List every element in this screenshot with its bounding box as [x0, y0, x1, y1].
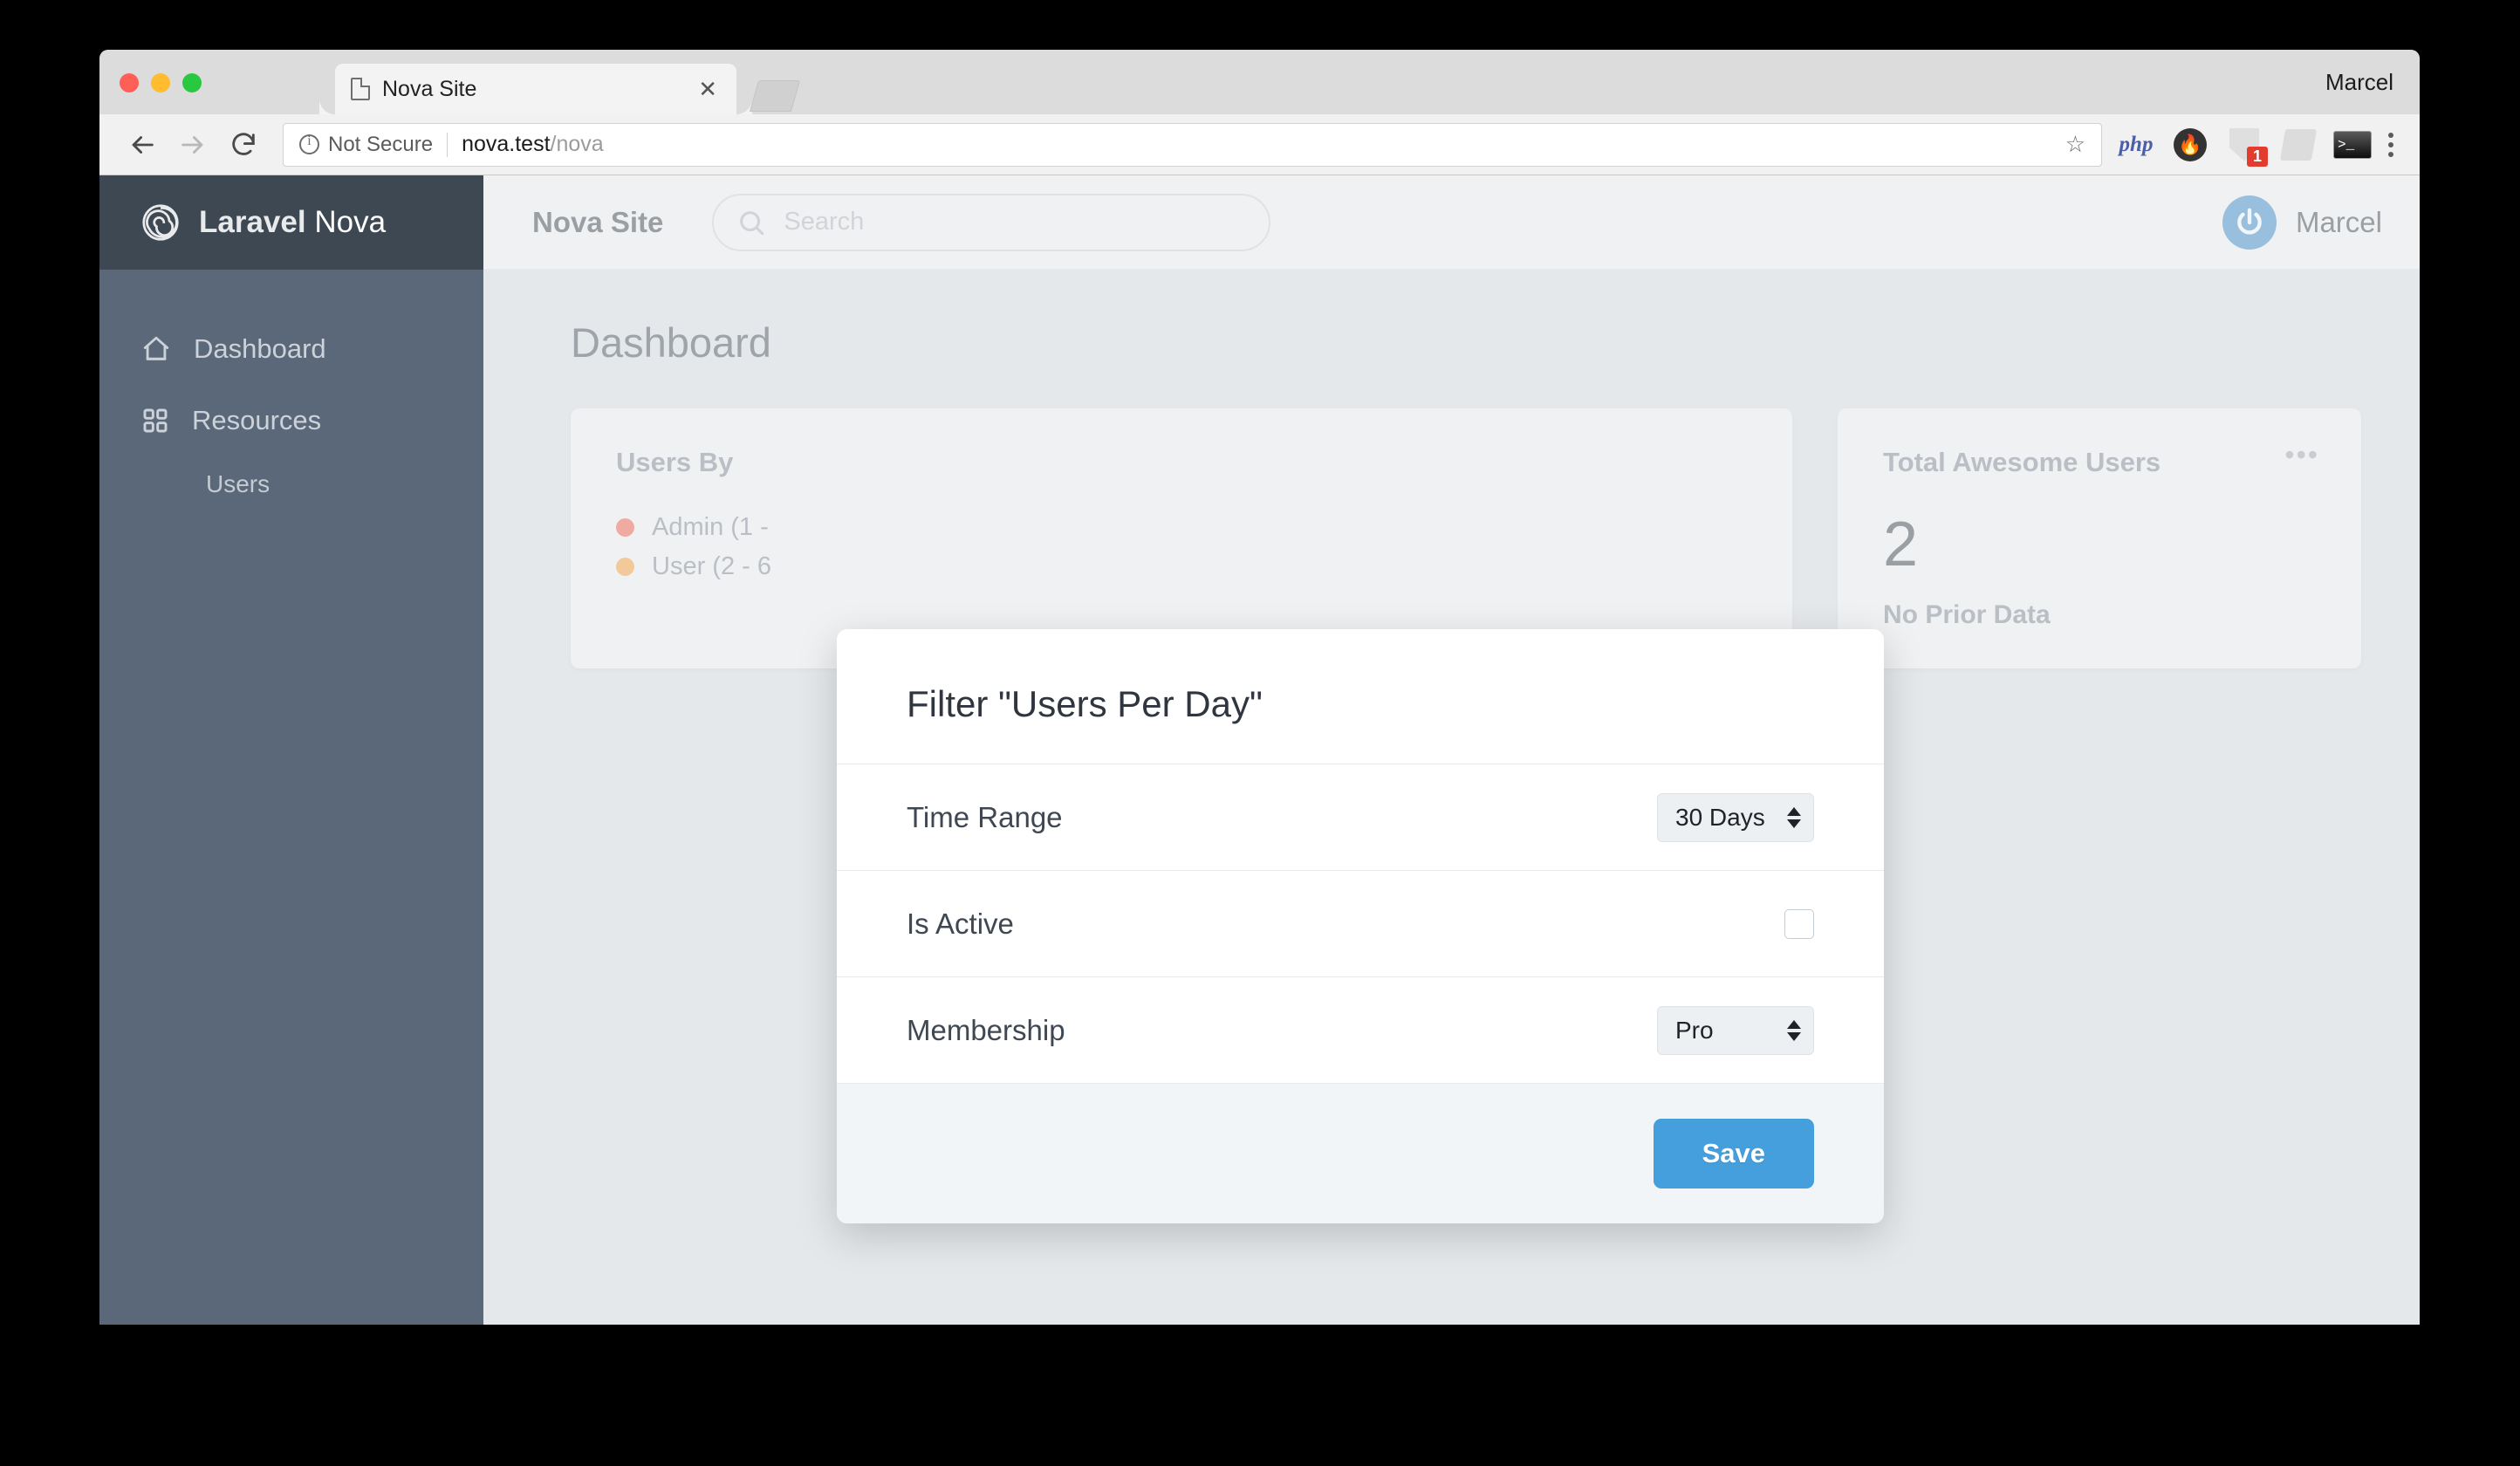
brand-light: Nova — [314, 205, 387, 239]
brand-logo[interactable]: Laravel Nova — [99, 175, 483, 270]
row-label: Time Range — [907, 800, 1063, 833]
browser-tab-title: Nova Site — [382, 76, 477, 101]
sidebar-item-label: Resources — [192, 405, 322, 435]
url-path: /nova — [550, 132, 604, 156]
browser-tab-strip: Nova Site ✕ Marcel — [99, 50, 2420, 114]
security-indicator[interactable]: Not Secure — [299, 132, 449, 157]
document-icon — [351, 78, 370, 100]
minimize-window-button[interactable] — [151, 73, 170, 92]
window-user-label: Marcel — [2325, 69, 2393, 95]
shield-extension-icon[interactable]: 1 — [2224, 125, 2268, 167]
info-icon — [299, 134, 319, 154]
chrome-menu-icon[interactable] — [2388, 132, 2393, 157]
terminal-extension-label: >_ — [2333, 130, 2372, 159]
grid-icon — [143, 408, 168, 433]
sidebar-item-dashboard[interactable]: Dashboard — [99, 313, 483, 385]
sidebar: Laravel Nova Dashboard Resources Users — [99, 175, 483, 1325]
time-range-select[interactable]: 30 Days — [1657, 792, 1814, 842]
stepper-arrows-icon — [1787, 1019, 1801, 1041]
window-traffic-lights — [120, 73, 202, 92]
filter-row-time-range: Time Range 30 Days — [837, 764, 1884, 870]
tile-extension-icon[interactable] — [2278, 125, 2318, 165]
stepper-arrows-icon — [1787, 806, 1801, 828]
sidebar-subitem-label: Users — [206, 470, 270, 497]
back-icon[interactable] — [122, 125, 162, 165]
php-extension-icon[interactable]: php — [2116, 125, 2156, 165]
url-text: nova.test/nova — [462, 132, 604, 157]
row-label: Membership — [907, 1013, 1065, 1046]
membership-select[interactable]: Pro — [1657, 1005, 1814, 1055]
is-active-checkbox[interactable] — [1784, 908, 1814, 939]
close-icon[interactable]: ✕ — [695, 78, 721, 100]
browser-window: Nova Site ✕ Marcel Not Secure nova.test/… — [99, 50, 2420, 1325]
extension-badge-count: 1 — [2246, 146, 2268, 167]
brand-text: Laravel Nova — [199, 205, 386, 240]
forward-icon[interactable] — [173, 125, 213, 165]
browser-toolbar: Not Secure nova.test/nova ☆ php 🔥 1 >_ — [99, 114, 2420, 175]
spiral-logo-icon — [142, 204, 179, 241]
nova-application: Laravel Nova Dashboard Resources Users N… — [99, 175, 2420, 1325]
home-icon — [143, 336, 169, 360]
close-window-button[interactable] — [120, 73, 139, 92]
sidebar-item-users[interactable]: Users — [99, 456, 483, 512]
modal-title: Filter "Users Per Day" — [907, 683, 1263, 724]
terminal-extension-icon[interactable]: >_ — [2332, 125, 2373, 165]
select-value: 30 Days — [1675, 803, 1765, 831]
filter-row-membership: Membership Pro — [837, 976, 1884, 1083]
sidebar-item-resources[interactable]: Resources — [99, 385, 483, 456]
new-tab-button[interactable] — [749, 80, 801, 112]
php-extension-label: php — [2119, 132, 2154, 156]
select-value: Pro — [1675, 1016, 1714, 1044]
sidebar-item-label: Dashboard — [194, 333, 326, 364]
bookmark-star-icon[interactable]: ☆ — [2065, 131, 2085, 158]
flame-extension-icon[interactable]: 🔥 — [2170, 125, 2210, 165]
filter-row-is-active: Is Active — [837, 870, 1884, 976]
brand-bold: Laravel — [199, 205, 306, 239]
row-label: Is Active — [907, 907, 1014, 940]
sidebar-nav: Dashboard Resources Users — [99, 270, 483, 512]
security-label: Not Secure — [328, 132, 434, 156]
reload-icon[interactable] — [223, 125, 264, 165]
maximize-window-button[interactable] — [182, 73, 202, 92]
browser-tab[interactable]: Nova Site ✕ — [335, 64, 752, 114]
filter-modal: Filter "Users Per Day" Time Range 30 Day… — [837, 629, 1884, 1223]
address-bar[interactable]: Not Secure nova.test/nova ☆ — [283, 122, 2102, 167]
modal-footer: Save — [837, 1083, 1884, 1223]
save-button[interactable]: Save — [1653, 1119, 1814, 1189]
url-host: nova.test — [462, 132, 551, 156]
